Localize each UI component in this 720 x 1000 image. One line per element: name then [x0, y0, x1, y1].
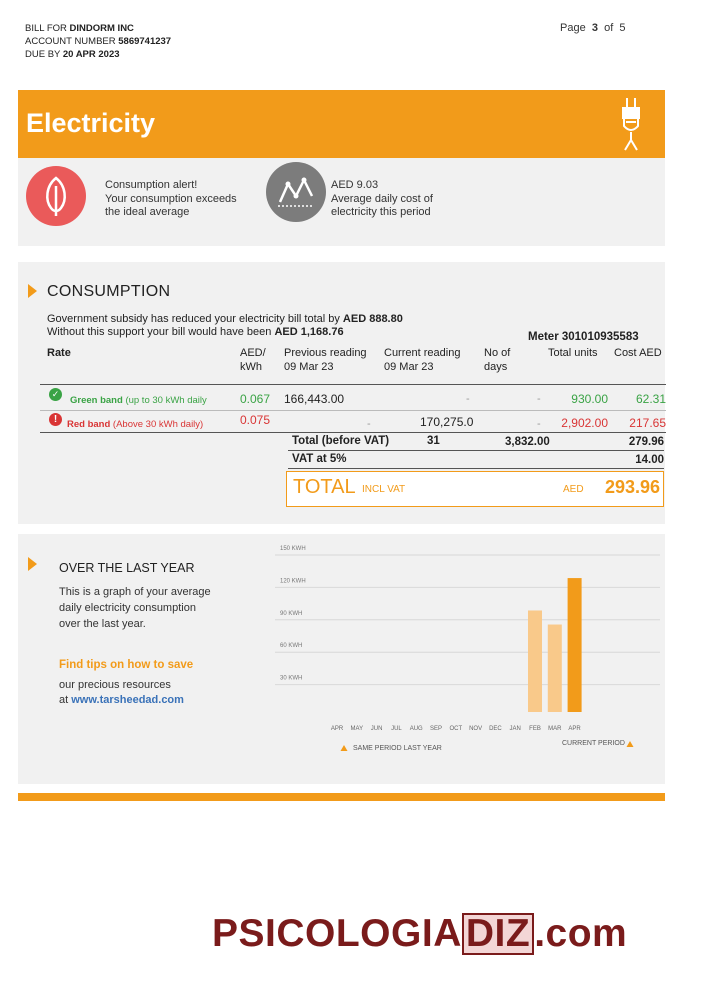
grand-total-value: 293.96 — [605, 477, 661, 497]
col-previous-reading: Previous reading 09 Mar 23 — [284, 347, 367, 373]
x-tick-label: MAR — [548, 726, 562, 732]
triangle-legend-icon — [626, 741, 634, 747]
legend-same-period: SAME PERIOD LAST YEAR — [353, 745, 442, 752]
green-units: 930.00 — [571, 392, 608, 406]
green-days: - — [537, 393, 541, 405]
col-cost: Cost AED — [614, 347, 662, 359]
x-tick-label: JUL — [391, 726, 402, 732]
consumption-bar-chart: 30 KWH 60 KWH 90 KWH 120 KWH 150 KWH APR MAY JU… — [275, 546, 660, 732]
x-tick-label: AUG — [410, 726, 423, 732]
total-label: TOTAL — [293, 476, 356, 498]
vat-divider — [288, 468, 664, 469]
x-tick-label: DEC — [489, 726, 502, 732]
col-total-units: Total units — [548, 347, 598, 359]
bill-header: BILL FOR DINDORM INC ACCOUNT NUMBER 5869… — [25, 22, 171, 61]
legend-current-period: CURRENT PERIOD — [562, 740, 625, 747]
watermark: PSICOLOGIA DIZ .com — [212, 912, 628, 955]
bar — [528, 610, 542, 712]
y-tick-label: 150 KWH — [280, 546, 306, 552]
col-aed-kwh: AED/ kWh — [240, 347, 266, 373]
total-cost: 279.96 — [628, 436, 664, 448]
x-tick-label: MAY — [351, 726, 364, 732]
red-units: 2,902.00 — [561, 416, 608, 430]
green-cost: 62.31 — [635, 393, 666, 406]
x-tick-label: NOV — [469, 726, 482, 732]
x-tick-label: FEB — [529, 726, 541, 732]
subsidy-line: Government subsidy has reduced your elec… — [47, 313, 403, 325]
total-days: 31 — [427, 435, 440, 447]
total-currency: AED — [563, 484, 584, 495]
meter-number: Meter 301010935583 — [528, 331, 639, 343]
y-tick-label: 60 KWH — [280, 643, 302, 649]
x-tick-label: OCT — [449, 726, 462, 732]
alert-exclamation-icon: ! — [49, 413, 62, 426]
tarsheed-link[interactable]: www.tarsheedad.com — [71, 694, 184, 706]
row-divider-bottom — [40, 432, 666, 433]
account-number-line: ACCOUNT NUMBER 5869741237 — [25, 36, 172, 47]
x-tick-label: JUN — [371, 726, 383, 732]
due-date: 20 APR 2023 — [62, 49, 120, 60]
plug-icon — [622, 98, 640, 151]
daily-cost-value: AED 9.03 — [331, 179, 379, 191]
red-cost: 217.65 — [629, 417, 666, 430]
table-row-red: Red band (Above 30 kWh daily) — [67, 419, 204, 430]
page-indicator: Page 3 of 5 — [560, 22, 626, 34]
col-rate: Rate — [47, 347, 71, 359]
triangle-bullet-icon — [28, 284, 37, 298]
red-days: - — [537, 418, 541, 430]
x-tick-label: SEP — [430, 726, 442, 732]
y-tick-label: 90 KWH — [280, 611, 302, 617]
totals-divider — [288, 450, 664, 451]
red-curr-reading: 170,275.0 — [420, 416, 474, 429]
table-row-green: Green band (up to 30 kWh daily — [70, 395, 207, 406]
red-prev-reading: - — [367, 418, 371, 430]
y-tick-label: 30 KWH — [280, 676, 302, 682]
green-curr-reading: - — [466, 393, 470, 405]
vat-value: 14.00 — [635, 454, 664, 466]
x-tick-label: APR — [568, 726, 581, 732]
due-date-line: DUE BY 20 APR 2023 — [25, 49, 120, 60]
table-header-divider — [40, 384, 666, 385]
check-icon: ✓ — [49, 388, 62, 401]
green-rate: 0.067 — [240, 392, 271, 406]
without-subsidy-amount: AED 1,168.76 — [274, 326, 344, 338]
line-graph-icon — [278, 177, 314, 207]
col-days: No of days — [484, 347, 511, 373]
red-rate: 0.075 — [240, 413, 271, 427]
section-title: Electricity — [26, 108, 156, 138]
year-description: This is a graph of your average daily el… — [59, 586, 211, 630]
page-total: 5 — [619, 22, 626, 34]
consumption-title: CONSUMPTION — [47, 283, 171, 300]
y-tick-label: 120 KWH — [280, 578, 306, 584]
year-title: OVER THE LAST YEAR — [59, 561, 195, 575]
green-prev-reading: 166,443.00 — [284, 392, 345, 406]
without-subsidy-line: Without this support your bill would hav… — [47, 326, 344, 338]
subsidy-amount: AED 888.80 — [342, 313, 403, 325]
bar — [547, 624, 562, 712]
vat-label: VAT at 5% — [292, 453, 347, 465]
triangle-legend-icon — [340, 745, 348, 751]
bottom-orange-rule — [18, 793, 665, 801]
triangle-bullet-icon — [28, 557, 37, 571]
total-units: 3,832.00 — [505, 436, 550, 448]
col-current-reading: Current reading 09 Mar 23 — [384, 347, 461, 373]
tips-title: Find tips on how to save — [59, 659, 194, 671]
bar — [567, 578, 582, 712]
bill-for-line: BILL FOR DINDORM INC — [25, 23, 134, 34]
page-current: 3 — [591, 22, 598, 34]
account-number: 5869741237 — [118, 36, 172, 47]
x-tick-label: APR — [331, 726, 344, 732]
tips-text: our precious resources at www.tarsheedad… — [59, 679, 184, 706]
incl-vat-label: INCL VAT — [362, 484, 406, 495]
daily-cost-text: AED 9.03 Average daily cost of electrici… — [331, 179, 433, 218]
row-divider — [40, 410, 666, 411]
total-before-vat-label: Total (before VAT) — [292, 435, 390, 447]
x-tick-label: JAN — [510, 726, 521, 732]
leaf-icon — [46, 176, 66, 216]
consumption-alert-text: Consumption alert! Your consumption exce… — [105, 179, 237, 218]
customer-name: DINDORM INC — [69, 23, 134, 34]
